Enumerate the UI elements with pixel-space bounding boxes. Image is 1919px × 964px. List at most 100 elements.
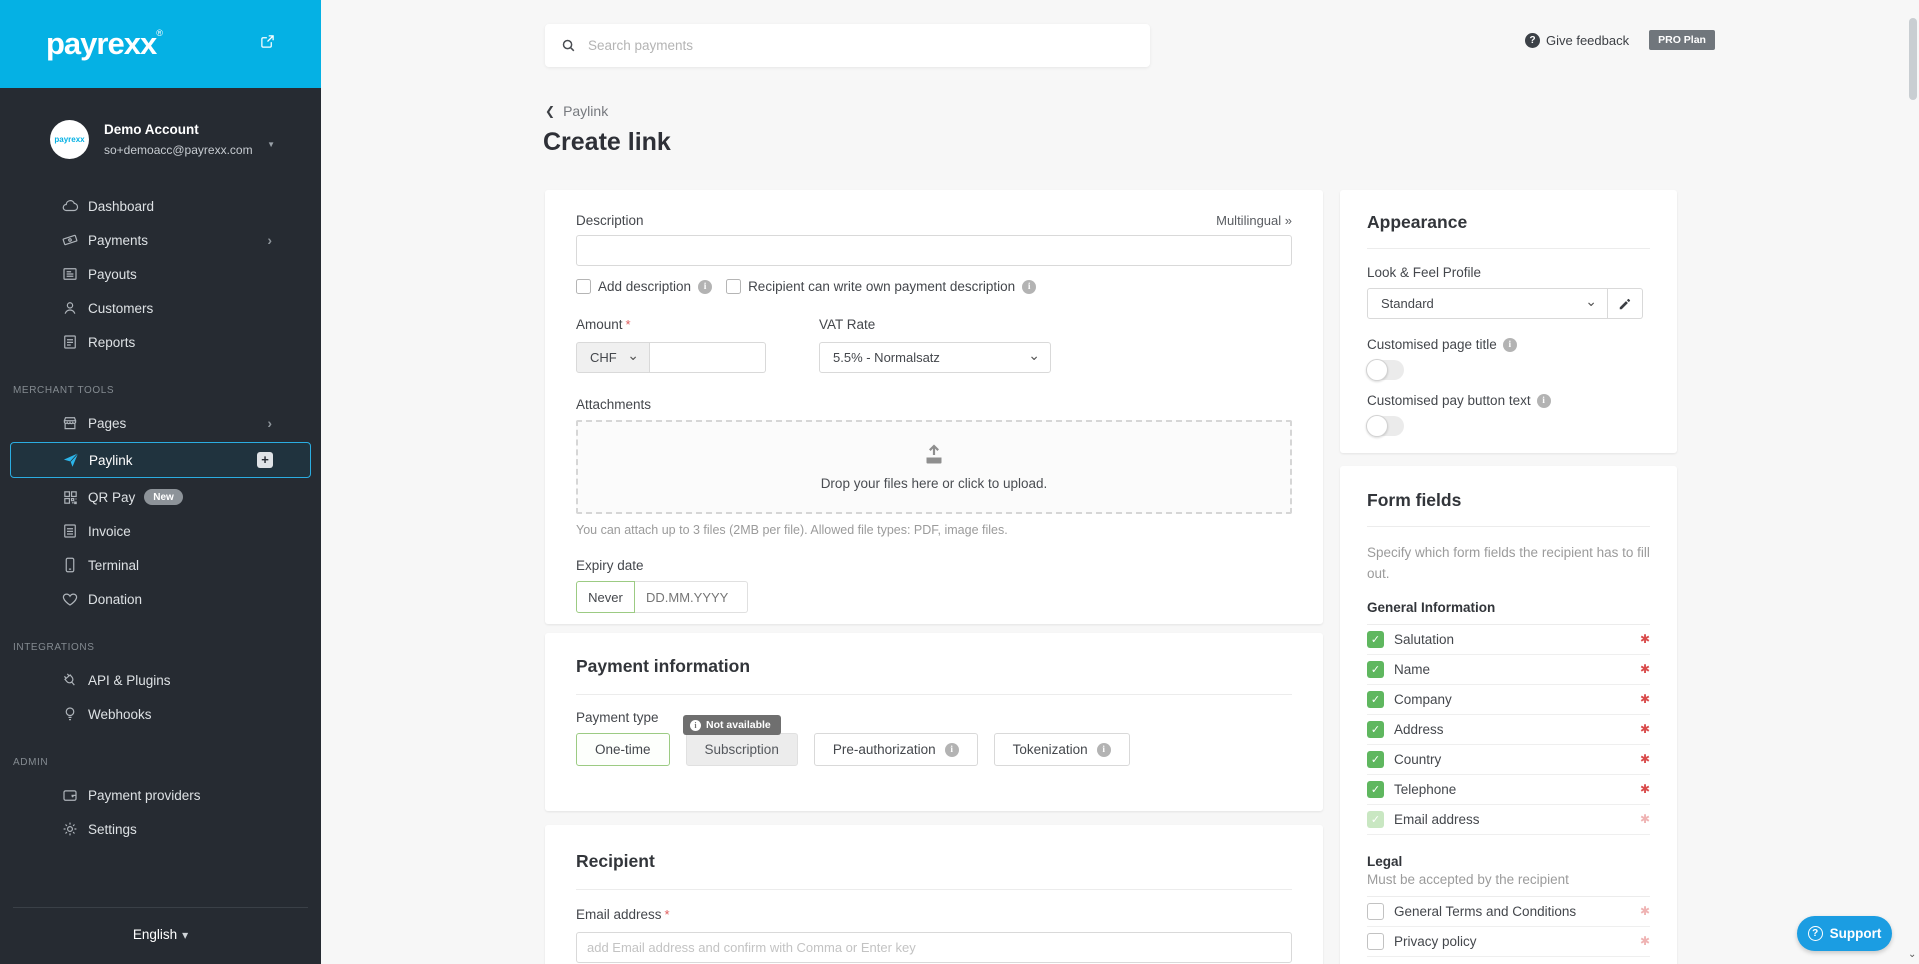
- scrollbar-thumb[interactable]: [1909, 18, 1917, 100]
- divider: [1367, 526, 1650, 527]
- payrexx-logo[interactable]: payrexx®: [46, 26, 163, 62]
- sidebar-item-invoice[interactable]: Invoice: [0, 514, 321, 548]
- plug-icon: [61, 671, 79, 689]
- divider: [576, 694, 1292, 695]
- expiry-date-input[interactable]: [635, 581, 748, 613]
- give-feedback-button[interactable]: Give feedback: [1525, 32, 1629, 48]
- form-fields-card: Form fields Specify which form fields th…: [1340, 466, 1677, 964]
- required-asterisk-icon[interactable]: [1640, 632, 1650, 646]
- sidebar-item-terminal[interactable]: Terminal: [0, 548, 321, 582]
- payment-type-subscription-button: Subscription: [685, 733, 798, 766]
- scrollbar-down-arrow[interactable]: [1908, 949, 1916, 960]
- new-badge: New: [144, 489, 183, 505]
- form-field-row-company: Company: [1367, 685, 1650, 715]
- sidebar-item-webhooks[interactable]: Webhooks: [0, 697, 321, 731]
- payment-type-pre-authorization-button[interactable]: Pre-authorization: [813, 733, 978, 766]
- divider: [1367, 248, 1650, 249]
- add-description-checkbox[interactable]: Add description: [576, 279, 713, 294]
- toggle-knob: [1366, 359, 1388, 381]
- store-icon: [61, 414, 79, 432]
- pencil-icon: [1618, 297, 1632, 311]
- sidebar-item-customers[interactable]: Customers: [0, 291, 321, 325]
- checkbox-unchecked[interactable]: [1367, 902, 1384, 920]
- checkbox-unchecked[interactable]: [726, 279, 742, 294]
- required-asterisk-icon[interactable]: [1640, 662, 1650, 676]
- account-switcher[interactable]: payrexx Demo Account so+demoacc@payrexx.…: [0, 88, 321, 167]
- payment-type-one-time-button[interactable]: One-time: [576, 733, 670, 766]
- expiry-date-label: Expiry date: [576, 558, 644, 573]
- form-field-row-name: Name: [1367, 655, 1650, 685]
- lightbulb-icon: [61, 705, 79, 723]
- customised-pay-button-toggle[interactable]: [1366, 415, 1404, 437]
- required-asterisk-icon[interactable]: [1640, 722, 1650, 736]
- sidebar-item-dashboard[interactable]: Dashboard: [0, 189, 321, 223]
- search-bar[interactable]: [545, 24, 1150, 67]
- checkbox-checked[interactable]: [1367, 780, 1384, 798]
- sidebar-item-reports[interactable]: Reports: [0, 325, 321, 359]
- sidebar-item-pages[interactable]: Pages: [0, 406, 321, 440]
- form-fields-description: Specify which form fields the recipient …: [1367, 545, 1650, 581]
- form-field-row-telephone: Telephone: [1367, 775, 1650, 805]
- payment-type-tokenization-button[interactable]: Tokenization: [993, 733, 1130, 766]
- upload-icon: [922, 443, 946, 468]
- sidebar-item-settings[interactable]: Settings: [0, 812, 321, 846]
- vat-rate-select[interactable]: 5.5% - Normalsatz: [819, 342, 1051, 373]
- checkbox-checked[interactable]: [1367, 630, 1384, 648]
- required-asterisk-icon[interactable]: [1640, 692, 1650, 706]
- language-selector[interactable]: English: [0, 908, 321, 964]
- sidebar-item-donation[interactable]: Donation: [0, 582, 321, 616]
- recipient-email-input[interactable]: [576, 932, 1292, 963]
- required-asterisk-icon[interactable]: [1640, 752, 1650, 766]
- own-description-checkbox[interactable]: Recipient can write own payment descript…: [726, 279, 1037, 294]
- chevron-right-icon: [267, 415, 272, 431]
- breadcrumb[interactable]: Paylink: [545, 102, 608, 120]
- paper-plane-icon: [62, 451, 80, 469]
- required-asterisk-icon[interactable]: [1640, 904, 1650, 918]
- currency-select[interactable]: CHF: [576, 342, 650, 373]
- legal-label: Legal: [1367, 853, 1403, 869]
- section-label-merchant-tools: MERCHANT TOOLS: [13, 385, 115, 396]
- legal-hint: Must be accepted by the recipient: [1367, 872, 1650, 897]
- wallet-icon: [61, 786, 79, 804]
- checkbox-checked[interactable]: [1367, 750, 1384, 768]
- checkbox-checked[interactable]: [1367, 720, 1384, 738]
- sidebar-item-api-plugins[interactable]: API & Plugins: [0, 663, 321, 697]
- sidebar-item-payouts[interactable]: Payouts: [0, 257, 321, 291]
- expiry-never-button[interactable]: Never: [576, 581, 635, 613]
- info-icon: [1022, 279, 1037, 294]
- file-dropzone[interactable]: Drop your files here or click to upload.: [576, 420, 1292, 514]
- main-content: Give feedback PRO Plan Paylink Create li…: [321, 0, 1919, 964]
- external-link-icon[interactable]: [260, 34, 275, 49]
- info-icon: [1096, 742, 1111, 757]
- description-input[interactable]: [576, 235, 1292, 266]
- sidebar-item-paylink[interactable]: Paylink: [10, 442, 311, 478]
- look-feel-profile-select[interactable]: Standard: [1367, 288, 1608, 319]
- chevron-down-icon: [177, 927, 188, 942]
- search-input[interactable]: [588, 38, 1134, 53]
- edit-profile-button[interactable]: [1608, 288, 1643, 319]
- create-paylink-plus-icon[interactable]: [257, 452, 273, 468]
- sidebar-item-payment-providers[interactable]: Payment providers: [0, 778, 321, 812]
- checkbox-unchecked[interactable]: [1367, 932, 1384, 950]
- checkbox-checked[interactable]: [1367, 690, 1384, 708]
- appearance-card: Appearance Look & Feel Profile Standard …: [1340, 190, 1677, 453]
- question-mark-icon: [1807, 926, 1823, 941]
- customised-pay-button-label: Customised pay button text: [1367, 393, 1650, 408]
- amount-input[interactable]: [650, 342, 766, 373]
- checkbox-checked[interactable]: [1367, 660, 1384, 678]
- qr-code-icon: [61, 488, 79, 506]
- checkbox-unchecked[interactable]: [576, 279, 591, 294]
- info-icon: [1536, 393, 1551, 408]
- sidebar-item-qr-pay[interactable]: QR Pay New: [0, 480, 321, 514]
- required-asterisk-icon[interactable]: [1640, 782, 1650, 796]
- support-button[interactable]: Support: [1797, 916, 1892, 951]
- sidebar-item-payments[interactable]: Payments: [0, 223, 321, 257]
- customised-page-title-toggle[interactable]: [1366, 359, 1404, 381]
- vertical-scrollbar[interactable]: [1907, 0, 1919, 964]
- sidebar-nav: Dashboard Payments Payouts Customers Rep…: [0, 189, 321, 846]
- required-asterisk-icon[interactable]: [1640, 934, 1650, 948]
- multilingual-link[interactable]: Multilingual »: [1216, 213, 1292, 228]
- heart-icon: [61, 590, 79, 608]
- sidebar-header: payrexx®: [0, 0, 321, 88]
- account-name: Demo Account: [104, 122, 199, 138]
